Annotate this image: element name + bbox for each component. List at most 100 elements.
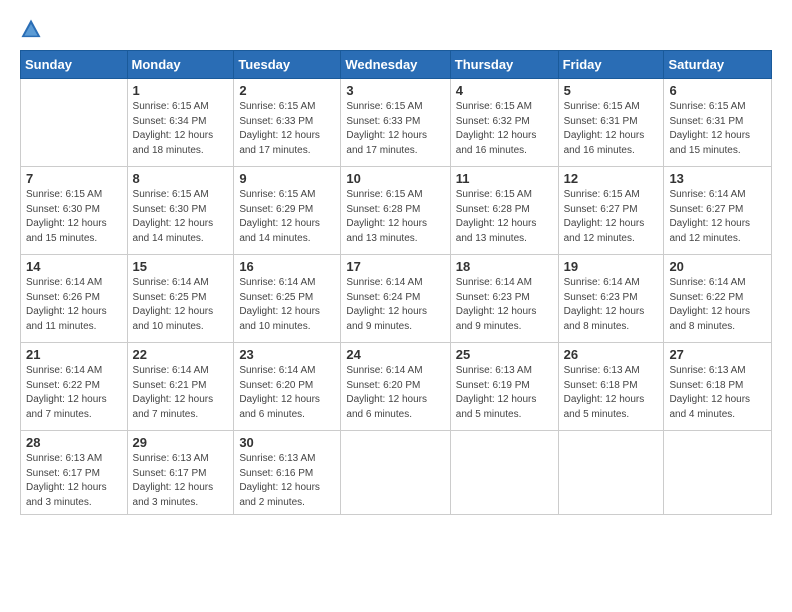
calendar-cell: 21Sunrise: 6:14 AM Sunset: 6:22 PM Dayli… bbox=[21, 343, 128, 431]
calendar-cell bbox=[341, 431, 450, 515]
day-number: 4 bbox=[456, 83, 553, 98]
weekday-header-row: SundayMondayTuesdayWednesdayThursdayFrid… bbox=[21, 51, 772, 79]
day-info: Sunrise: 6:14 AM Sunset: 6:20 PM Dayligh… bbox=[239, 364, 335, 422]
calendar-cell: 29 Sunrise: 6:13 AM Sunset: 6:17 PM Dayli… bbox=[127, 431, 234, 515]
day-info: Sunrise: 6:14 AM Sunset: 6:23 PM Dayligh… bbox=[456, 276, 553, 334]
calendar-cell bbox=[558, 431, 664, 515]
calendar-cell: 30 Sunrise: 6:13 AM Sunset: 6:16 PM Dayli… bbox=[234, 431, 341, 515]
day-number: 17 bbox=[346, 259, 444, 274]
calendar-cell: 5 Sunrise: 6:15 AM Sunset: 6:31 PM Daylig… bbox=[558, 79, 664, 167]
day-number: 18 bbox=[456, 259, 553, 274]
week-row-2: 7Sunrise: 6:15 AM Sunset: 6:30 PM Daylig… bbox=[21, 167, 772, 255]
day-info: Sunrise: 6:14 AM Sunset: 6:25 PM Dayligh… bbox=[133, 276, 229, 334]
day-info: Sunrise: 6:15 AM Sunset: 6:34 PM Dayligh… bbox=[133, 100, 229, 158]
day-info: Sunrise: 6:15 AM Sunset: 6:29 PM Dayligh… bbox=[239, 188, 335, 246]
day-number: 19 bbox=[564, 259, 659, 274]
day-info: Sunrise: 6:13 AM Sunset: 6:18 PM Dayligh… bbox=[669, 364, 766, 422]
day-info: Sunrise: 6:15 AM Sunset: 6:31 PM Dayligh… bbox=[564, 100, 659, 158]
day-info: Sunrise: 6:15 AM Sunset: 6:33 PM Dayligh… bbox=[239, 100, 335, 158]
day-info: Sunrise: 6:14 AM Sunset: 6:25 PM Dayligh… bbox=[239, 276, 335, 334]
weekday-header-tuesday: Tuesday bbox=[234, 51, 341, 79]
calendar-cell: 23Sunrise: 6:14 AM Sunset: 6:20 PM Dayli… bbox=[234, 343, 341, 431]
header bbox=[20, 18, 772, 40]
day-number: 1 bbox=[133, 83, 229, 98]
day-info: Sunrise: 6:14 AM Sunset: 6:22 PM Dayligh… bbox=[26, 364, 122, 422]
day-number: 29 bbox=[133, 435, 229, 450]
calendar-cell: 2Sunrise: 6:15 AM Sunset: 6:33 PM Daylig… bbox=[234, 79, 341, 167]
calendar-cell: 11Sunrise: 6:15 AM Sunset: 6:28 PM Dayli… bbox=[450, 167, 558, 255]
day-number: 15 bbox=[133, 259, 229, 274]
day-number: 27 bbox=[669, 347, 766, 362]
calendar-cell: 17Sunrise: 6:14 AM Sunset: 6:24 PM Dayli… bbox=[341, 255, 450, 343]
week-row-4: 21Sunrise: 6:14 AM Sunset: 6:22 PM Dayli… bbox=[21, 343, 772, 431]
day-number: 5 bbox=[564, 83, 659, 98]
calendar-cell: 27 Sunrise: 6:13 AM Sunset: 6:18 PM Dayli… bbox=[664, 343, 772, 431]
calendar-cell: 4 Sunrise: 6:15 AM Sunset: 6:32 PM Daylig… bbox=[450, 79, 558, 167]
day-number: 28 bbox=[26, 435, 122, 450]
day-number: 26 bbox=[564, 347, 659, 362]
day-info: Sunrise: 6:13 AM Sunset: 6:16 PM Dayligh… bbox=[239, 452, 335, 510]
calendar-cell: 1 Sunrise: 6:15 AM Sunset: 6:34 PM Daylig… bbox=[127, 79, 234, 167]
calendar-cell: 3 Sunrise: 6:15 AM Sunset: 6:33 PM Daylig… bbox=[341, 79, 450, 167]
weekday-header-monday: Monday bbox=[127, 51, 234, 79]
day-number: 25 bbox=[456, 347, 553, 362]
logo bbox=[20, 18, 46, 40]
day-info: Sunrise: 6:15 AM Sunset: 6:32 PM Dayligh… bbox=[456, 100, 553, 158]
calendar-cell: 16 Sunrise: 6:14 AM Sunset: 6:25 PM Dayli… bbox=[234, 255, 341, 343]
day-number: 13 bbox=[669, 171, 766, 186]
day-number: 10 bbox=[346, 171, 444, 186]
day-info: Sunrise: 6:13 AM Sunset: 6:17 PM Dayligh… bbox=[26, 452, 122, 510]
day-number: 30 bbox=[239, 435, 335, 450]
day-info: Sunrise: 6:13 AM Sunset: 6:17 PM Dayligh… bbox=[133, 452, 229, 510]
weekday-header-sunday: Sunday bbox=[21, 51, 128, 79]
calendar-cell: 7Sunrise: 6:15 AM Sunset: 6:30 PM Daylig… bbox=[21, 167, 128, 255]
calendar-cell: 8Sunrise: 6:15 AM Sunset: 6:30 PM Daylig… bbox=[127, 167, 234, 255]
calendar-table: SundayMondayTuesdayWednesdayThursdayFrid… bbox=[20, 50, 772, 515]
calendar-cell: 26 Sunrise: 6:13 AM Sunset: 6:18 PM Dayli… bbox=[558, 343, 664, 431]
calendar-cell: 28 Sunrise: 6:13 AM Sunset: 6:17 PM Dayli… bbox=[21, 431, 128, 515]
day-info: Sunrise: 6:15 AM Sunset: 6:31 PM Dayligh… bbox=[669, 100, 766, 158]
calendar-cell: 15 Sunrise: 6:14 AM Sunset: 6:25 PM Dayli… bbox=[127, 255, 234, 343]
calendar-cell bbox=[664, 431, 772, 515]
calendar-cell: 19 Sunrise: 6:14 AM Sunset: 6:23 PM Dayli… bbox=[558, 255, 664, 343]
calendar-cell bbox=[450, 431, 558, 515]
day-info: Sunrise: 6:15 AM Sunset: 6:28 PM Dayligh… bbox=[346, 188, 444, 246]
day-info: Sunrise: 6:13 AM Sunset: 6:19 PM Dayligh… bbox=[456, 364, 553, 422]
day-info: Sunrise: 6:14 AM Sunset: 6:21 PM Dayligh… bbox=[133, 364, 229, 422]
day-number: 9 bbox=[239, 171, 335, 186]
calendar-cell: 9 Sunrise: 6:15 AM Sunset: 6:29 PM Daylig… bbox=[234, 167, 341, 255]
calendar-cell: 14 Sunrise: 6:14 AM Sunset: 6:26 PM Dayli… bbox=[21, 255, 128, 343]
day-number: 7 bbox=[26, 171, 122, 186]
day-number: 16 bbox=[239, 259, 335, 274]
week-row-3: 14 Sunrise: 6:14 AM Sunset: 6:26 PM Dayli… bbox=[21, 255, 772, 343]
day-info: Sunrise: 6:14 AM Sunset: 6:27 PM Dayligh… bbox=[669, 188, 766, 246]
day-number: 8 bbox=[133, 171, 229, 186]
day-number: 14 bbox=[26, 259, 122, 274]
day-info: Sunrise: 6:15 AM Sunset: 6:27 PM Dayligh… bbox=[564, 188, 659, 246]
day-number: 6 bbox=[669, 83, 766, 98]
day-info: Sunrise: 6:13 AM Sunset: 6:18 PM Dayligh… bbox=[564, 364, 659, 422]
calendar-cell bbox=[21, 79, 128, 167]
calendar-cell: 22 Sunrise: 6:14 AM Sunset: 6:21 PM Dayli… bbox=[127, 343, 234, 431]
weekday-header-wednesday: Wednesday bbox=[341, 51, 450, 79]
day-info: Sunrise: 6:14 AM Sunset: 6:20 PM Dayligh… bbox=[346, 364, 444, 422]
day-info: Sunrise: 6:14 AM Sunset: 6:26 PM Dayligh… bbox=[26, 276, 122, 334]
weekday-header-friday: Friday bbox=[558, 51, 664, 79]
day-number: 20 bbox=[669, 259, 766, 274]
calendar-cell: 6 Sunrise: 6:15 AM Sunset: 6:31 PM Daylig… bbox=[664, 79, 772, 167]
calendar-cell: 13 Sunrise: 6:14 AM Sunset: 6:27 PM Dayli… bbox=[664, 167, 772, 255]
day-number: 3 bbox=[346, 83, 444, 98]
page-container: SundayMondayTuesdayWednesdayThursdayFrid… bbox=[0, 0, 792, 612]
calendar-cell: 25 Sunrise: 6:13 AM Sunset: 6:19 PM Dayli… bbox=[450, 343, 558, 431]
day-number: 22 bbox=[133, 347, 229, 362]
week-row-5: 28 Sunrise: 6:13 AM Sunset: 6:17 PM Dayli… bbox=[21, 431, 772, 515]
day-info: Sunrise: 6:14 AM Sunset: 6:23 PM Dayligh… bbox=[564, 276, 659, 334]
day-number: 24 bbox=[346, 347, 444, 362]
calendar-cell: 20 Sunrise: 6:14 AM Sunset: 6:22 PM Dayli… bbox=[664, 255, 772, 343]
day-info: Sunrise: 6:15 AM Sunset: 6:33 PM Dayligh… bbox=[346, 100, 444, 158]
logo-icon bbox=[20, 18, 42, 40]
weekday-header-thursday: Thursday bbox=[450, 51, 558, 79]
day-number: 11 bbox=[456, 171, 553, 186]
calendar-cell: 18 Sunrise: 6:14 AM Sunset: 6:23 PM Dayli… bbox=[450, 255, 558, 343]
day-info: Sunrise: 6:14 AM Sunset: 6:22 PM Dayligh… bbox=[669, 276, 766, 334]
